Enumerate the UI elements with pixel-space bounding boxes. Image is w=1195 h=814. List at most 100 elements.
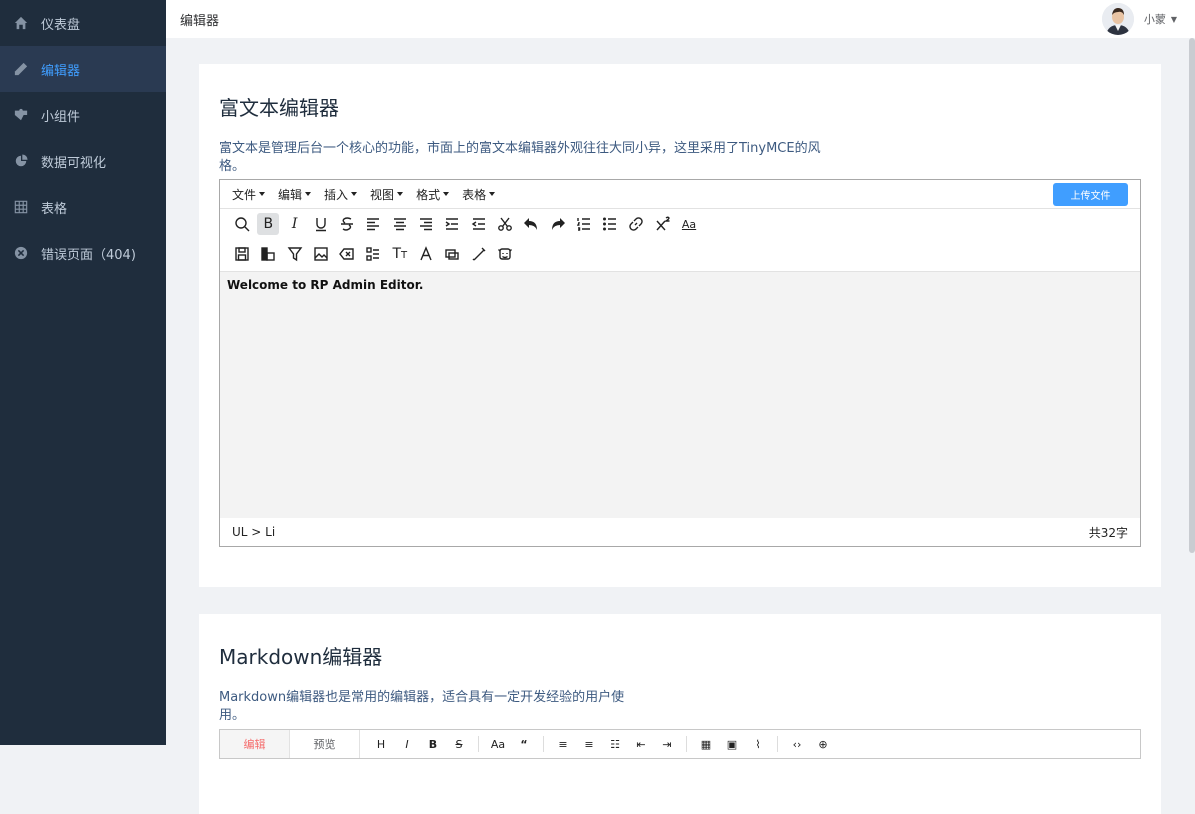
- table-icon[interactable]: ▦: [699, 737, 713, 751]
- align-center-icon[interactable]: [389, 213, 411, 235]
- breadcrumb: 编辑器: [180, 13, 220, 29]
- caret-down-icon: [489, 192, 496, 196]
- outdent-icon[interactable]: [468, 213, 490, 235]
- outdent-icon[interactable]: ⇤: [634, 737, 648, 751]
- user-name: 小蒙: [1143, 13, 1166, 26]
- sidebar-item-tables[interactable]: 表格: [0, 184, 166, 230]
- help-icon[interactable]: ⊕: [816, 737, 830, 751]
- user-menu[interactable]: 小蒙 ▼: [1101, 3, 1177, 35]
- divider: [686, 736, 687, 752]
- section-title: 富文本编辑器: [219, 96, 339, 120]
- superscript-icon[interactable]: [652, 213, 674, 235]
- indent-icon[interactable]: ⇥: [660, 737, 674, 751]
- scrollbar[interactable]: [1189, 38, 1195, 553]
- sidebar: 仪表盘 编辑器 小组件 数据可视化 表格 错误页面（404): [0, 0, 166, 745]
- grid-icon: [14, 200, 28, 214]
- editor-toolbar: B I Aa TT: [220, 209, 1140, 272]
- sidebar-item-error-pages[interactable]: 错误页面（404): [0, 230, 166, 276]
- text-style-icon[interactable]: TT: [389, 243, 411, 265]
- word-count: 共32字: [1088, 525, 1128, 540]
- link-icon[interactable]: [625, 213, 647, 235]
- align-right-icon[interactable]: [415, 213, 437, 235]
- font-color-icon[interactable]: [415, 243, 437, 265]
- caret-down-icon: [443, 192, 450, 196]
- menu-label: 表格: [462, 187, 487, 202]
- checklist-icon[interactable]: [362, 243, 384, 265]
- wand-icon[interactable]: [468, 243, 490, 265]
- editor-statusbar: UL > Li 共32字: [220, 518, 1140, 546]
- markdown-toolbar: 编辑 预览 H I B S Aa “ ≡ ≡ ☷ ⇤ ⇥ ▦ ▣ ⌇ ‹› ⊕: [219, 729, 1141, 759]
- avatar[interactable]: [1101, 3, 1134, 35]
- copy-icon[interactable]: [441, 243, 463, 265]
- menu-label: 视图: [370, 187, 395, 202]
- ordered-list-icon[interactable]: [573, 213, 595, 235]
- upload-file-button[interactable]: 上传文件: [1053, 183, 1128, 206]
- attachment-icon[interactable]: ⌇: [751, 737, 765, 751]
- caret-down-icon: [259, 192, 266, 196]
- strikethrough-icon[interactable]: [336, 213, 358, 235]
- caret-down-icon: [305, 192, 312, 196]
- divider: [478, 736, 479, 752]
- menu-table[interactable]: 表格: [462, 186, 496, 203]
- menu-edit[interactable]: 编辑: [278, 186, 312, 203]
- tab-edit[interactable]: 编辑: [220, 730, 290, 758]
- sidebar-item-label: 错误页面（404): [41, 247, 136, 263]
- quote-icon[interactable]: “: [517, 737, 531, 751]
- italic-icon[interactable]: I: [284, 213, 306, 235]
- menu-insert[interactable]: 插入: [324, 186, 358, 203]
- sidebar-item-label: 编辑器: [41, 63, 81, 79]
- section-description: 富文本是管理后台一个核心的功能，市面上的富文本编辑器外观往往大同小异，这里采用了…: [219, 141, 821, 174]
- italic-icon[interactable]: I: [400, 737, 414, 751]
- menu-file[interactable]: 文件: [232, 186, 266, 203]
- strikethrough-icon[interactable]: S: [452, 737, 466, 751]
- toolbar-row-2: TT: [220, 239, 1140, 269]
- emoji-icon[interactable]: [494, 243, 516, 265]
- heading-icon[interactable]: H: [374, 737, 388, 751]
- underline-icon[interactable]: [310, 213, 332, 235]
- redo-icon[interactable]: [547, 213, 569, 235]
- save-icon[interactable]: [231, 243, 253, 265]
- code-icon[interactable]: ‹›: [790, 737, 804, 751]
- menu-format[interactable]: 格式: [416, 186, 450, 203]
- font-size-icon[interactable]: Aa: [491, 737, 505, 751]
- cut-icon[interactable]: [494, 213, 516, 235]
- sidebar-item-label: 仪表盘: [41, 17, 81, 33]
- rich-editor-card: 富文本编辑器 富文本是管理后台一个核心的功能，市面上的富文本编辑器外观往往大同小…: [199, 64, 1161, 587]
- template-icon[interactable]: [257, 243, 279, 265]
- bold-icon[interactable]: B: [257, 213, 280, 235]
- ordered-list-icon[interactable]: ≡: [582, 737, 596, 751]
- sidebar-item-dashboard[interactable]: 仪表盘: [0, 0, 166, 46]
- image-icon[interactable]: ▣: [725, 737, 739, 751]
- top-bar: 编辑器 小蒙 ▼: [166, 0, 1195, 38]
- align-left-icon[interactable]: [362, 213, 384, 235]
- pencil-icon: [14, 62, 28, 76]
- close-circle-icon: [14, 246, 28, 260]
- puzzle-icon: [14, 108, 28, 122]
- menu-label: 格式: [416, 187, 441, 202]
- unordered-list-icon[interactable]: ≡: [556, 737, 570, 751]
- filter-icon[interactable]: [284, 243, 306, 265]
- sidebar-item-data-visualization[interactable]: 数据可视化: [0, 138, 166, 184]
- caret-down-icon[interactable]: ▼: [1171, 15, 1177, 24]
- toolbar-row-1: B I Aa: [220, 209, 1140, 239]
- image-icon[interactable]: [310, 243, 332, 265]
- checklist-icon[interactable]: ☷: [608, 737, 622, 751]
- clear-format-icon[interactable]: [336, 243, 358, 265]
- bold-icon[interactable]: B: [426, 737, 440, 751]
- sidebar-item-editor[interactable]: 编辑器: [0, 46, 166, 92]
- menu-view[interactable]: 视图: [370, 186, 404, 203]
- undo-icon[interactable]: [520, 213, 542, 235]
- divider: [777, 736, 778, 752]
- indent-icon[interactable]: [441, 213, 463, 235]
- tab-preview[interactable]: 预览: [290, 730, 360, 758]
- unordered-list-icon[interactable]: [599, 213, 621, 235]
- markdown-editor-card: Markdown编辑器 Markdown编辑器也是常用的编辑器，适合具有一定开发…: [199, 614, 1161, 814]
- font-size-icon[interactable]: Aa: [678, 213, 700, 235]
- menu-label: 插入: [324, 187, 349, 202]
- sidebar-item-widgets[interactable]: 小组件: [0, 92, 166, 138]
- sidebar-item-label: 表格: [41, 201, 68, 217]
- editor-menubar: 文件 编辑 插入 视图 格式 表格 上传文件: [220, 180, 1140, 209]
- search-icon[interactable]: [231, 213, 253, 235]
- divider: [543, 736, 544, 752]
- editor-content-area[interactable]: Welcome to RP Admin Editor.: [220, 272, 1140, 518]
